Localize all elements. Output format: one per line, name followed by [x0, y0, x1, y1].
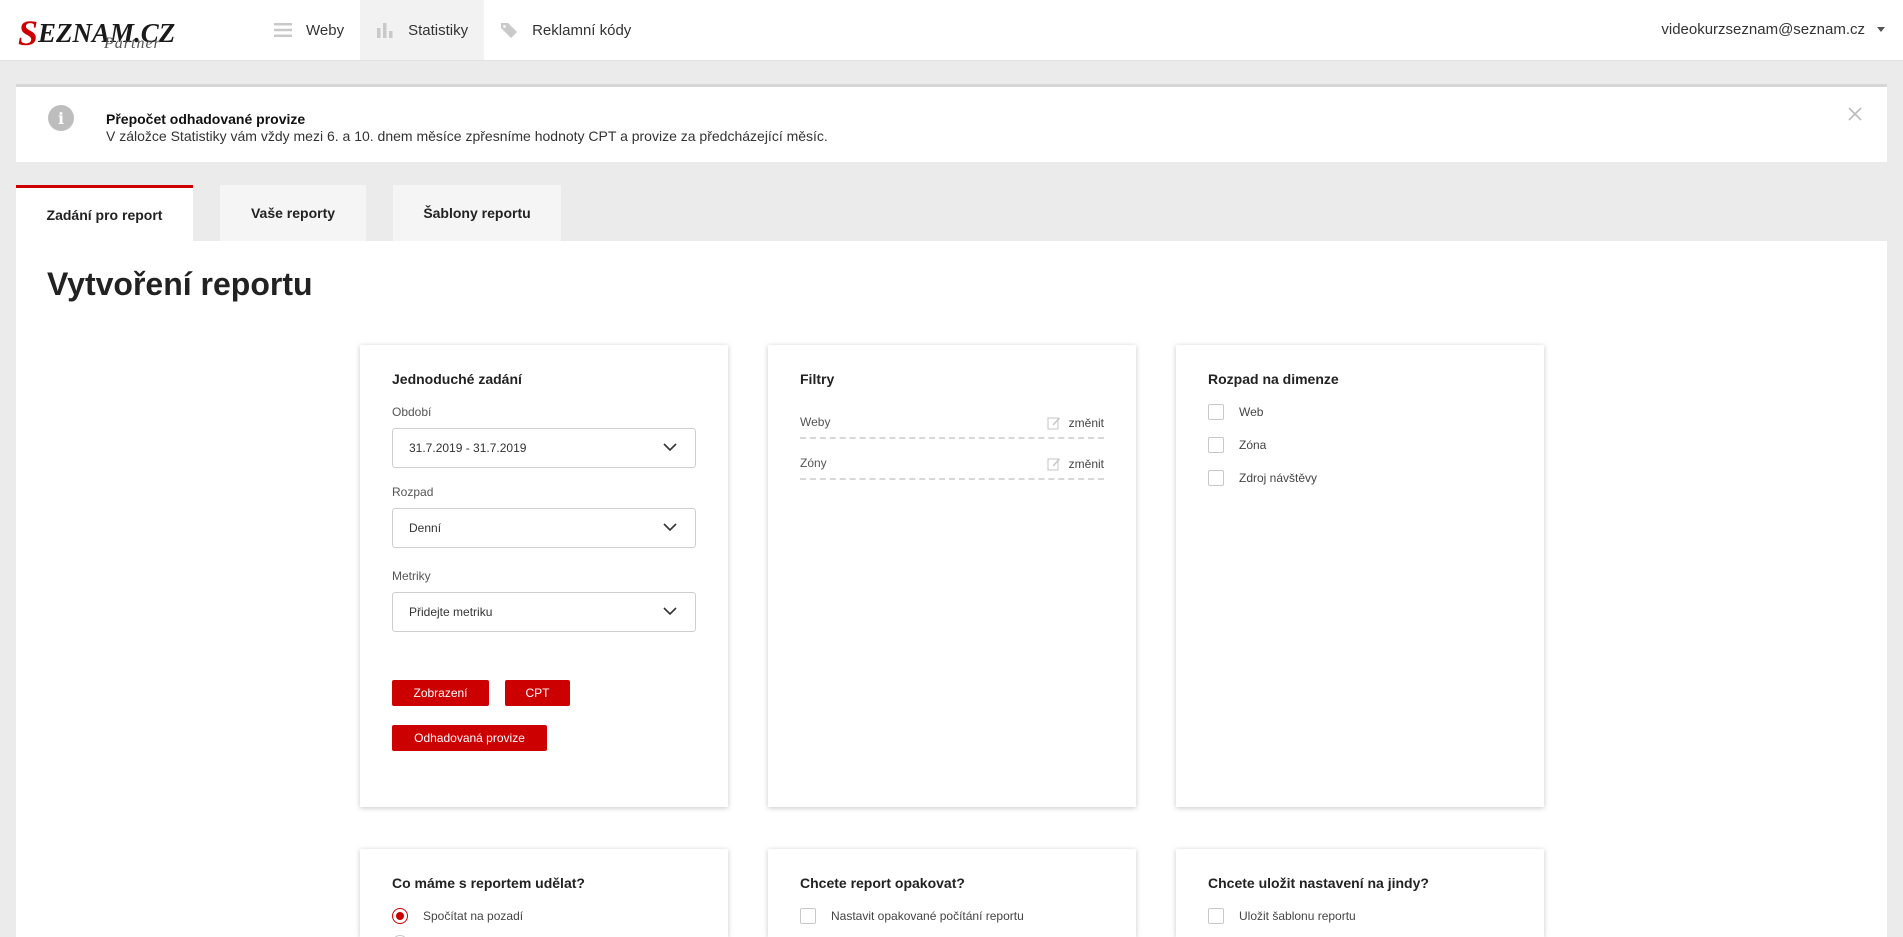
- list-icon: [274, 23, 292, 37]
- repeat-report-card: Chcete report opakovat? Nastavit opakova…: [768, 849, 1136, 937]
- metrics-label: Metriky: [392, 569, 431, 583]
- checkbox-label: Uložit šablonu reportu: [1239, 909, 1356, 923]
- change-label: změnit: [1068, 457, 1104, 471]
- change-filter-weby-button[interactable]: změnit: [1047, 416, 1104, 430]
- nav-item-label: Statistiky: [408, 21, 469, 39]
- metrics-select[interactable]: Přidejte metriku: [392, 592, 696, 632]
- top-bar: SEZNAM.CZ Partner Weby Statistiky Reklam…: [0, 0, 1903, 61]
- checkbox[interactable]: [1208, 908, 1224, 924]
- dimension-zona[interactable]: Zóna: [1208, 437, 1266, 453]
- card-title: Co máme s reportem udělat?: [392, 875, 585, 891]
- dimensions-card: Rozpad na dimenze Web Zóna Zdroj návštěv…: [1176, 345, 1544, 807]
- bar-chart-icon: [377, 23, 393, 38]
- chevron-down-icon: [663, 607, 677, 616]
- filter-label: Zóny: [800, 456, 827, 470]
- radio-label: Spočítat na pozadí: [423, 909, 524, 923]
- report-action-card: Co máme s reportem udělat? Spočítat na p…: [360, 849, 728, 937]
- simple-settings-card: Jednoduché zadání Období 31.7.2019 - 31.…: [360, 345, 728, 807]
- checkbox-label: Web: [1239, 405, 1264, 419]
- change-filter-zony-button[interactable]: změnit: [1047, 457, 1104, 471]
- chevron-down-icon: [663, 523, 677, 532]
- card-title: Chcete uložit nastavení na jindy?: [1208, 875, 1429, 891]
- info-notice: i Přepočet odhadované provize V záložce …: [16, 84, 1887, 162]
- card-title: Jednoduché zadání: [392, 371, 522, 387]
- period-label: Období: [392, 405, 432, 419]
- period-value: 31.7.2019 - 31.7.2019: [409, 441, 527, 455]
- logo-subtitle: Partner: [104, 35, 161, 52]
- user-menu[interactable]: videokurzseznam@seznam.cz: [1661, 21, 1885, 38]
- nav-item-weby[interactable]: Weby: [258, 0, 360, 60]
- edit-icon: [1047, 417, 1060, 430]
- main-nav: Weby Statistiky Reklamní kódy: [258, 0, 647, 60]
- change-label: změnit: [1068, 416, 1104, 430]
- notice-title: Přepočet odhadované provize: [106, 111, 306, 127]
- nav-item-reklamni-kody[interactable]: Reklamní kódy: [484, 0, 647, 60]
- notice-text: V záložce Statistiky vám vždy mezi 6. a …: [106, 128, 828, 144]
- tab-vase-reporty[interactable]: Vaše reporty: [220, 185, 366, 241]
- tag-icon: [501, 23, 518, 38]
- page-title: Vytvoření reportu: [47, 266, 313, 302]
- dimension-zdroj-navstevy[interactable]: Zdroj návštěvy: [1208, 470, 1317, 486]
- dimension-web[interactable]: Web: [1208, 404, 1263, 420]
- metrics-placeholder: Přidejte metriku: [409, 605, 493, 619]
- user-email: videokurzseznam@seznam.cz: [1661, 21, 1865, 38]
- filter-label: Weby: [800, 415, 831, 429]
- tab-sablony-reportu[interactable]: Šablony reportu: [393, 185, 561, 241]
- breakdown-label: Rozpad: [392, 485, 434, 499]
- card-title: Rozpad na dimenze: [1208, 371, 1339, 387]
- breakdown-select[interactable]: Denní: [392, 508, 696, 548]
- option-spocitat-na-pozadi[interactable]: Spočítat na pozadí: [392, 908, 523, 924]
- card-title: Chcete report opakovat?: [800, 875, 965, 891]
- checkbox[interactable]: [1208, 404, 1224, 420]
- checkbox-label: Nastavit opakované počítání reportu: [831, 909, 1024, 923]
- seznam-partner-logo[interactable]: SEZNAM.CZ Partner: [18, 9, 178, 53]
- nav-item-label: Reklamní kódy: [532, 21, 632, 39]
- metric-tag-odhadovana-provize[interactable]: Odhadovaná provize: [392, 725, 547, 751]
- nav-item-statistiky[interactable]: Statistiky: [360, 0, 485, 60]
- info-icon: i: [48, 105, 74, 131]
- radio-button[interactable]: [392, 908, 408, 924]
- chevron-down-icon: [663, 443, 677, 452]
- metric-tag-zobrazeni[interactable]: Zobrazení: [392, 680, 489, 706]
- checkbox[interactable]: [1208, 470, 1224, 486]
- checkbox[interactable]: [800, 908, 816, 924]
- caret-down-icon: [1877, 27, 1885, 32]
- breakdown-value: Denní: [409, 521, 442, 535]
- card-title: Filtry: [800, 371, 835, 387]
- close-icon[interactable]: [1847, 106, 1863, 122]
- save-template-card: Chcete uložit nastavení na jindy? Uložit…: [1176, 849, 1544, 937]
- checkbox-label: Zóna: [1239, 438, 1267, 452]
- checkbox[interactable]: [1208, 437, 1224, 453]
- filter-row-zony: Zóny změnit: [800, 450, 1104, 480]
- save-template-option[interactable]: Uložit šablonu reportu: [1208, 908, 1356, 924]
- checkbox-label: Zdroj návštěvy: [1239, 471, 1318, 485]
- tab-zadani-pro-report[interactable]: Zadání pro report: [16, 185, 193, 241]
- metric-tag-cpt[interactable]: CPT: [505, 680, 570, 706]
- repeat-report-option[interactable]: Nastavit opakované počítání reportu: [800, 908, 1024, 924]
- edit-icon: [1047, 458, 1060, 471]
- filters-card: Filtry Weby změnit Zóny změnit: [768, 345, 1136, 807]
- filter-row-weby: Weby změnit: [800, 409, 1104, 439]
- period-select[interactable]: 31.7.2019 - 31.7.2019: [392, 428, 696, 468]
- nav-item-label: Weby: [306, 21, 345, 39]
